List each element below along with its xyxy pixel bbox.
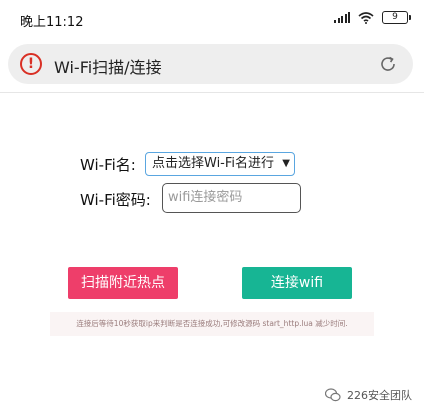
connect-wifi-button[interactable]: 连接wifi [242,267,352,299]
status-bar: 晚上11:12 9 [0,0,424,40]
password-label: Wi-Fi密码: [80,191,151,209]
page-title: Wi-Fi扫描/连接 [54,58,162,77]
warning-icon[interactable]: ! [20,53,42,75]
wifi-icon [358,11,374,24]
watermark: 226安全团队 [325,387,412,403]
signal-icon [334,12,350,23]
battery-level: 9 [392,12,398,22]
ssid-select[interactable]: 点击选择Wi-Fi名进行 ▼ [145,152,295,176]
reload-icon[interactable] [379,55,397,73]
watermark-text: 226安全团队 [347,389,412,402]
address-bar[interactable]: ! Wi-Fi扫描/连接 [8,44,413,84]
ssid-selected-value: 点击选择Wi-Fi名进行 [152,156,275,171]
status-time: 晚上11:12 [20,15,84,30]
hint-text: 连接后等待10秒获取ip来判断是否连接成功,可修改源码 start_http.l… [50,312,374,336]
wechat-icon [325,388,341,402]
password-placeholder: wifi连接密码 [168,190,243,205]
status-icons: 9 [334,11,411,24]
address-divider [0,92,424,93]
ssid-label: Wi-Fi名: [80,156,136,174]
battery-icon: 9 [382,11,411,24]
dropdown-arrow-icon: ▼ [279,153,290,174]
password-input[interactable]: wifi连接密码 [162,183,301,213]
scan-hotspots-button[interactable]: 扫描附近热点 [68,267,178,299]
